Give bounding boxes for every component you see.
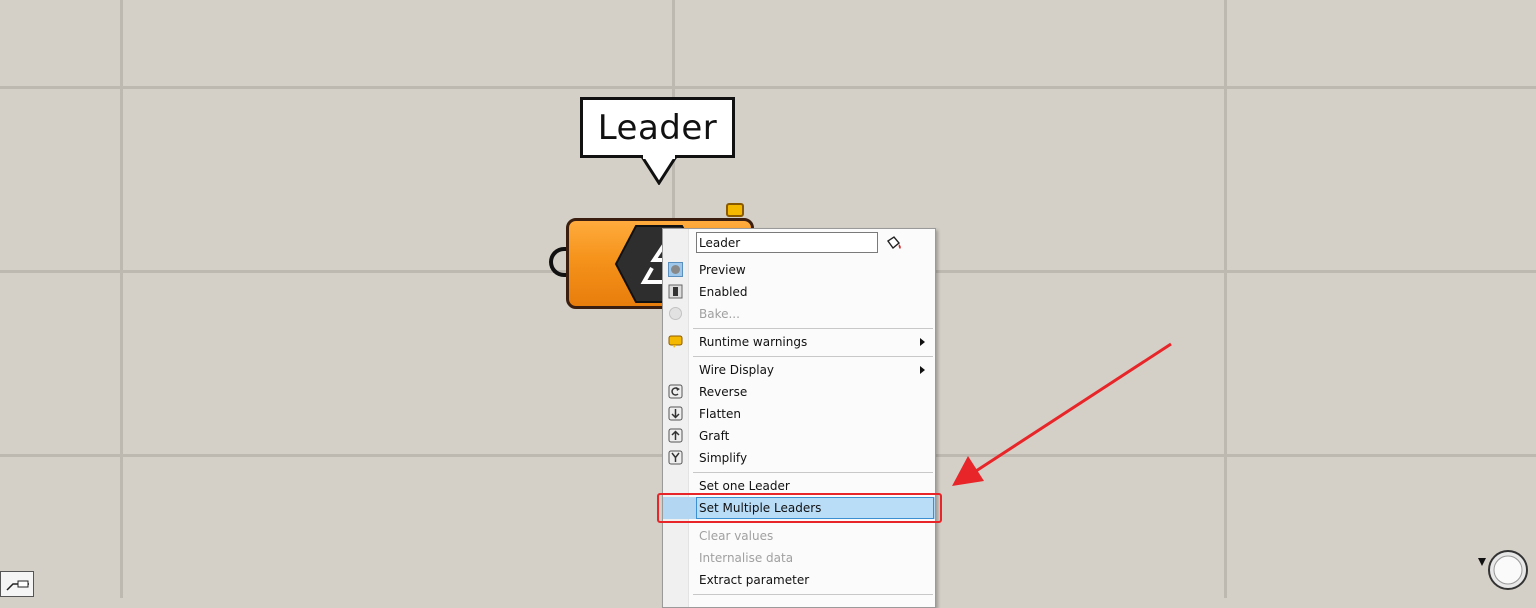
menu-item-reverse[interactable]: Reverse [663,381,935,403]
menu-item-label: Bake... [699,307,740,321]
paint-bucket-icon[interactable] [885,235,903,253]
submenu-arrow-icon [920,338,925,346]
balloon-tail [641,155,677,185]
submenu-arrow-icon [920,366,925,374]
canvas-gridline [120,0,123,598]
simplify-icon [668,450,683,465]
balloon-text: Leader [597,107,718,148]
menu-separator [693,356,933,357]
menu-item-wire-display[interactable]: Wire Display [663,359,935,381]
wire-tool-glyph [6,580,29,591]
menu-item-graft[interactable]: Graft [663,425,935,447]
graft-icon [668,428,683,443]
menu-item-label: Wire Display [699,363,775,377]
menu-item-label: Reverse [699,385,748,399]
menu-item-label: Internalise data [699,551,794,565]
menu-item-preview[interactable]: Preview [663,259,935,281]
menu-item-label: Graft [699,429,730,443]
navigation-compass-icon[interactable] [1476,546,1530,592]
menu-separator [693,328,933,329]
menu-item-bake[interactable]: Bake... [663,303,935,325]
reverse-icon [668,384,683,399]
warning-flag-icon[interactable] [726,203,744,217]
component-name-input[interactable] [696,232,878,253]
wire-tool-icon[interactable] [0,571,34,597]
menu-item-enabled[interactable]: Enabled [663,281,935,303]
menu-item-label: Set Multiple Leaders [699,501,822,515]
bake-icon [669,307,682,320]
menu-item-clear-values[interactable]: Clear values [663,525,935,547]
menu-item-simplify[interactable]: Simplify [663,447,935,469]
menu-separator [693,594,933,595]
menu-item-label: Simplify [699,451,748,465]
menu-item-label: Clear values [699,529,774,543]
context-menu: Preview Enabled Bake... Runtime warnings… [662,228,936,608]
menu-item-label: Preview [699,263,746,277]
canvas-gridline [0,86,1536,89]
menu-item-label: Enabled [699,285,748,299]
menu-item-label: Set one Leader [699,479,790,493]
menu-item-runtime-warnings[interactable]: Runtime warnings [663,331,935,353]
menu-separator [693,472,933,473]
component-name-balloon: Leader [580,97,735,158]
canvas-gridline [1224,0,1227,598]
preview-icon [668,262,683,277]
enabled-icon [668,284,683,299]
menu-item-label: Flatten [699,407,741,421]
menu-item-label: Runtime warnings [699,335,808,349]
menu-item-flatten[interactable]: Flatten [663,403,935,425]
menu-item-label: Extract parameter [699,573,810,587]
warning-balloon-icon [668,335,683,348]
menu-item-extract-parameter[interactable]: Extract parameter [663,569,935,591]
annotation-arrow [952,342,1172,486]
menu-item-internalise-data[interactable]: Internalise data [663,547,935,569]
flatten-icon [668,406,683,421]
